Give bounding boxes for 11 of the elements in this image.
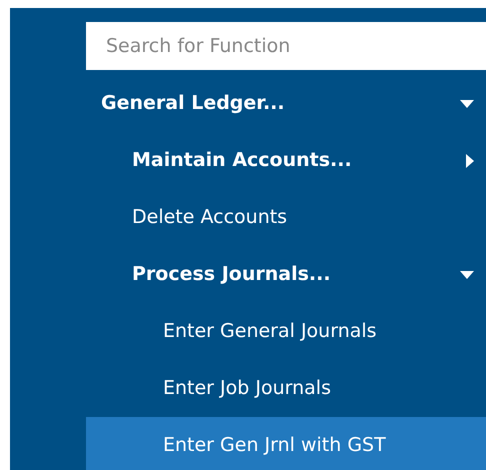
search-field[interactable]: Search for Function <box>86 22 486 70</box>
tree-item[interactable]: General Ledger... <box>86 75 486 132</box>
tree-item[interactable]: Process Journals... <box>86 246 486 303</box>
tree-item[interactable]: Enter Job Journals <box>86 360 486 417</box>
caret-down-icon <box>460 100 474 108</box>
tree-item[interactable]: Enter Gen Jrnl with GST <box>86 417 486 470</box>
caret-down-icon <box>460 270 474 278</box>
tree-item[interactable]: Enter General Journals <box>86 303 486 360</box>
tree-item[interactable]: Maintain Accounts... <box>86 132 486 189</box>
tree-item[interactable]: Delete Accounts <box>86 189 486 246</box>
caret-right-icon <box>466 154 474 168</box>
